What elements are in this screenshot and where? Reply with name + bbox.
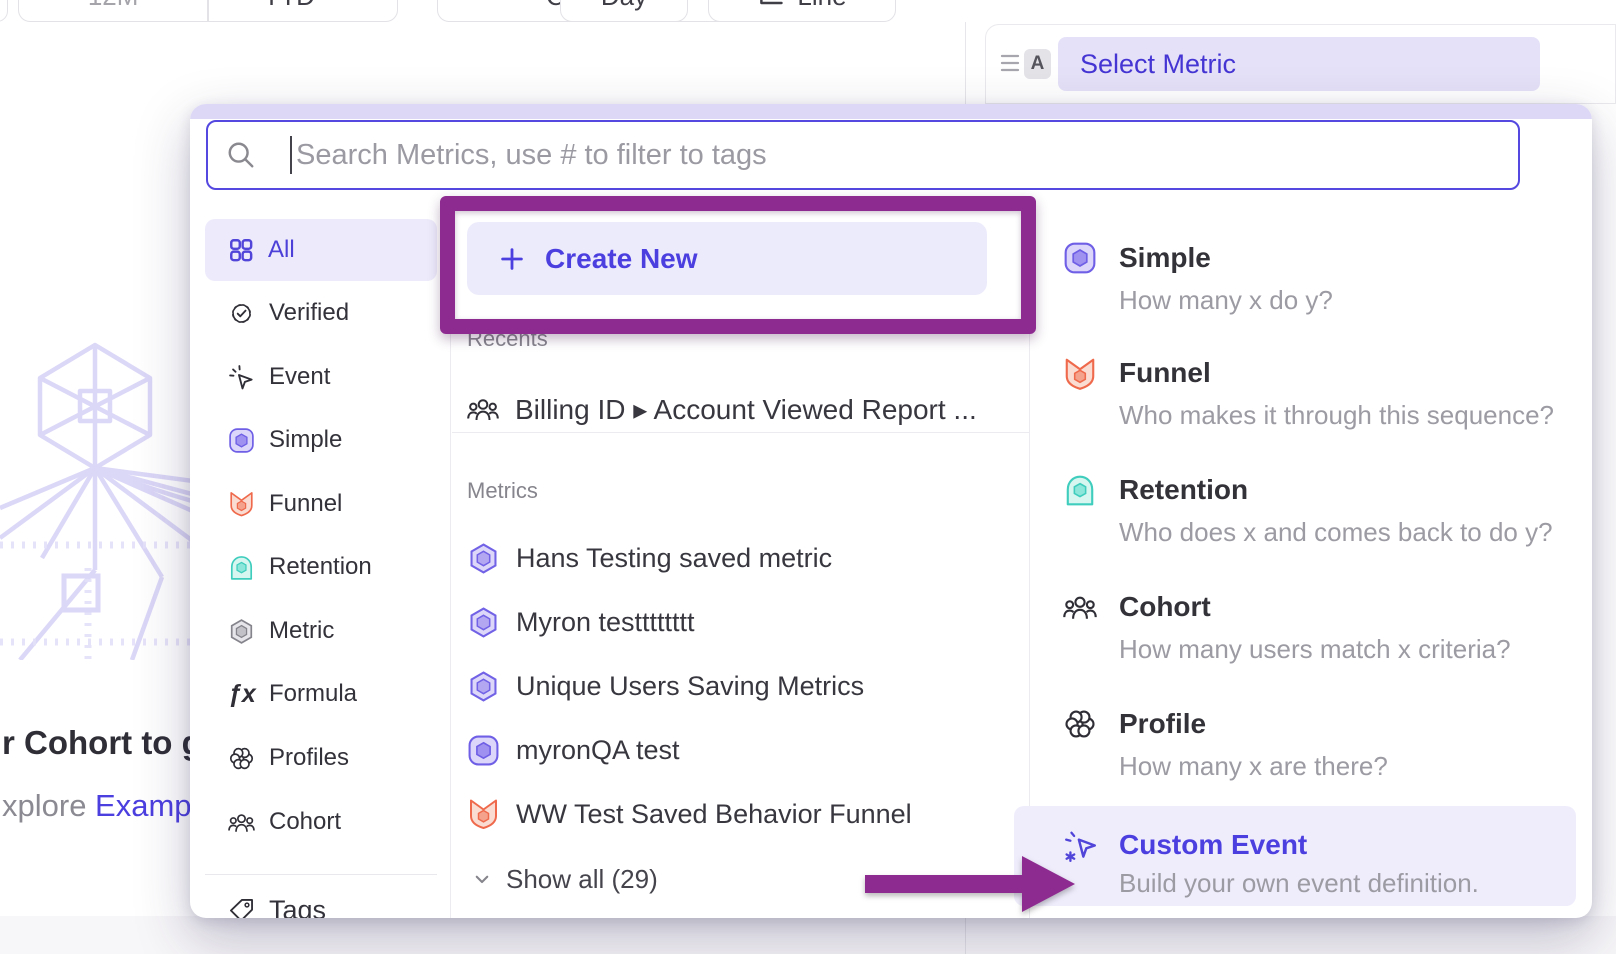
metric-list-item[interactable]: WW Test Saved Behavior Funnel bbox=[467, 792, 912, 836]
select-metric-field[interactable]: Select Metric bbox=[1058, 37, 1540, 91]
range-12m-button[interactable]: 12M bbox=[19, 0, 207, 21]
funnel-icon bbox=[1063, 356, 1097, 392]
series-a-badge: A bbox=[1024, 49, 1051, 79]
simple-badge-icon bbox=[1063, 241, 1097, 275]
sidebar-divider bbox=[205, 874, 437, 875]
metrics-section-label: Metrics bbox=[467, 478, 538, 504]
type-retention[interactable]: Retention bbox=[1119, 474, 1248, 506]
recents-divider bbox=[452, 432, 1029, 433]
metric-hexagon-icon bbox=[467, 542, 500, 575]
type-custom-event-desc: Build your own event definition. bbox=[1119, 868, 1479, 899]
search-icon bbox=[226, 140, 256, 170]
type-funnel[interactable]: Funnel bbox=[1119, 357, 1211, 389]
simple-badge-icon bbox=[467, 734, 500, 767]
annotation-highlight-box bbox=[440, 196, 1036, 334]
verified-seal-icon bbox=[228, 300, 255, 327]
annotation-arrow bbox=[850, 845, 1090, 925]
grid-icon bbox=[228, 237, 254, 263]
type-profile[interactable]: Profile bbox=[1119, 708, 1206, 740]
formula-fx-icon: ƒx bbox=[228, 680, 255, 709]
funnel-icon bbox=[228, 490, 255, 518]
show-all-toggle[interactable]: Show all (29) bbox=[470, 862, 658, 896]
page-footer-area bbox=[0, 916, 1616, 954]
profiles-flower-icon bbox=[1063, 707, 1097, 741]
sidebar-item-metric[interactable]: Metric bbox=[205, 600, 437, 662]
metric-hexagon-icon bbox=[467, 606, 500, 639]
metric-hexagon-icon bbox=[467, 670, 500, 703]
type-cohort-desc: How many users match x criteria? bbox=[1119, 634, 1511, 665]
metric-list-item[interactable]: Unique Users Saving Metrics bbox=[467, 664, 864, 708]
panel-divider-top bbox=[965, 22, 966, 104]
funnel-icon bbox=[467, 797, 500, 831]
sidebar-item-profiles[interactable]: Profiles bbox=[205, 727, 437, 789]
sidebar-item-event[interactable]: Event bbox=[205, 346, 437, 408]
sidebar-item-cohort[interactable]: Cohort bbox=[205, 791, 437, 853]
metric-search-input[interactable] bbox=[294, 138, 1518, 173]
tag-icon bbox=[228, 897, 255, 919]
granularity-day-button[interactable]: Day bbox=[560, 0, 688, 22]
metric-list-item[interactable]: myronQA test bbox=[467, 728, 680, 772]
line-chart-icon bbox=[757, 0, 785, 10]
type-profile-desc: How many x are there? bbox=[1119, 751, 1388, 782]
sidebar-item-formula[interactable]: ƒx Formula bbox=[205, 663, 437, 725]
sidebar-item-simple[interactable]: Simple bbox=[205, 409, 437, 471]
cohort-people-icon bbox=[467, 393, 499, 425]
type-simple-desc: How many x do y? bbox=[1119, 285, 1333, 316]
metric-list-item[interactable]: Myron testttttttt bbox=[467, 600, 695, 644]
clipped-left-button[interactable] bbox=[0, 0, 8, 22]
explore-prefix-text: xplore bbox=[2, 788, 95, 823]
retention-icon bbox=[1063, 473, 1097, 507]
cohort-people-icon bbox=[1063, 590, 1097, 624]
sidebar-item-all[interactable]: All bbox=[205, 219, 437, 281]
profiles-flower-icon bbox=[228, 745, 255, 772]
date-range-segmented-control: 12M YTD bbox=[18, 0, 398, 22]
sidebar-item-funnel[interactable]: Funnel bbox=[205, 473, 437, 535]
range-ytd-button[interactable]: YTD bbox=[209, 0, 397, 21]
text-cursor bbox=[290, 136, 292, 174]
empty-state-headline-fragment: r Cohort to ge bbox=[2, 724, 220, 762]
type-custom-event[interactable]: Custom Event bbox=[1119, 829, 1307, 861]
type-funnel-desc: Who makes it through this sequence? bbox=[1119, 400, 1554, 431]
drag-handle-icon[interactable] bbox=[999, 51, 1021, 75]
app-root: r Cohort to ge xplore Example R 12M YTD … bbox=[0, 0, 1616, 954]
cohort-people-icon bbox=[228, 809, 255, 836]
type-simple[interactable]: Simple bbox=[1119, 242, 1211, 274]
metric-list-item[interactable]: Hans Testing saved metric bbox=[467, 536, 832, 580]
chevron-down-icon bbox=[470, 867, 494, 891]
sidebar-item-verified[interactable]: Verified bbox=[205, 282, 437, 344]
metric-hexagon-icon bbox=[228, 618, 255, 645]
type-cohort[interactable]: Cohort bbox=[1119, 591, 1211, 623]
simple-badge-icon bbox=[228, 427, 255, 454]
metric-search-box[interactable] bbox=[206, 120, 1520, 190]
retention-icon bbox=[228, 554, 255, 581]
event-cursor-icon bbox=[228, 364, 255, 391]
type-retention-desc: Who does x and comes back to do y? bbox=[1119, 517, 1553, 548]
sidebar-item-retention[interactable]: Retention bbox=[205, 536, 437, 598]
recent-item[interactable]: Billing ID ▸ Account Viewed Report ... bbox=[467, 387, 977, 431]
sidebar-item-tags[interactable]: Tags bbox=[205, 879, 437, 918]
chart-type-line-button[interactable]: Line bbox=[708, 0, 896, 22]
chevron-down-icon bbox=[323, 0, 343, 6]
